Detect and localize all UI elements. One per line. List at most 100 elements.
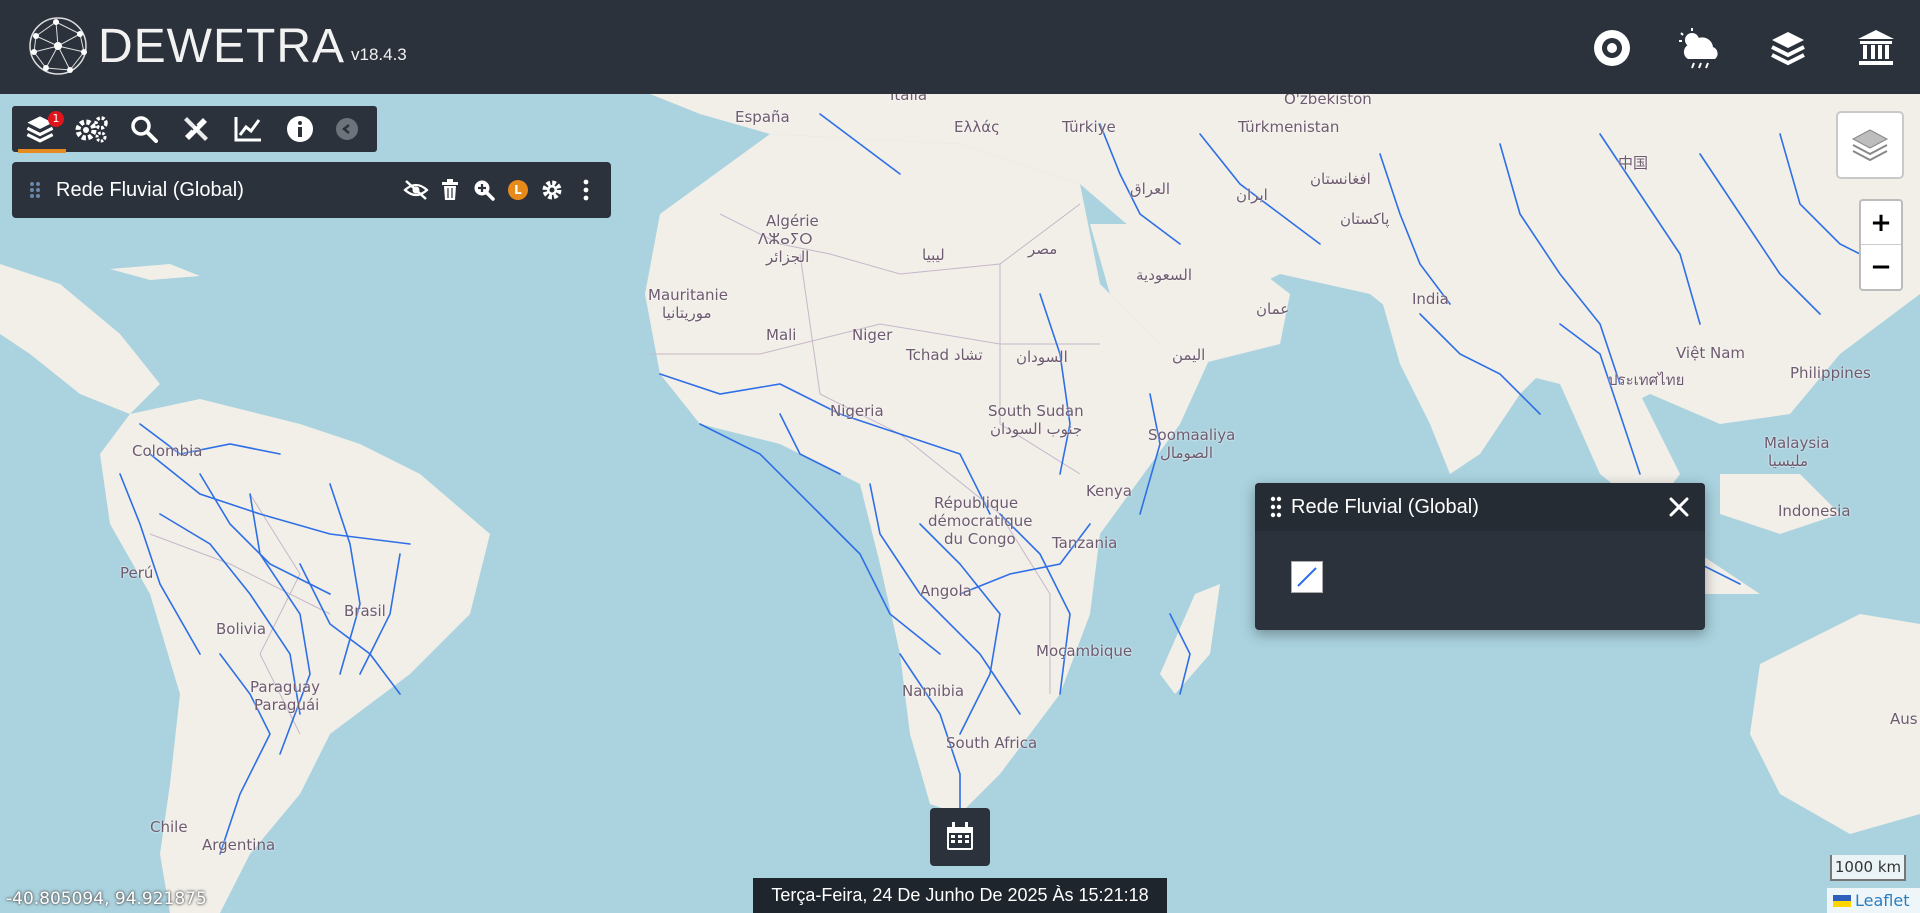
map-label: Malaysia xyxy=(1764,434,1830,452)
map-label: ประเทศไทย xyxy=(1608,371,1685,389)
layers-menu-button[interactable] xyxy=(1762,22,1814,74)
active-layer-row: Rede Fluvial (Global) L xyxy=(12,162,611,218)
legend-panel: Rede Fluvial (Global) xyxy=(1255,483,1705,630)
chevron-left-icon xyxy=(341,124,350,134)
map-label: O'zbekiston xyxy=(1284,94,1372,108)
map-label: پاکستان xyxy=(1340,210,1390,228)
info-tool-button[interactable] xyxy=(280,109,320,149)
kebab-menu-icon xyxy=(583,179,589,201)
layer-settings-button[interactable] xyxy=(535,173,569,207)
draw-tool-button[interactable] xyxy=(176,109,216,149)
map-label: Angola xyxy=(920,582,972,600)
map-label: العراق xyxy=(1130,180,1171,198)
map-attribution: Leaflet xyxy=(1827,888,1920,913)
brand[interactable]: DEWETRA v18.4.3 xyxy=(26,14,407,78)
layers-tool-button[interactable]: 1 xyxy=(18,109,66,153)
map-label: Nigeria xyxy=(830,402,884,420)
map-label: Namibia xyxy=(902,682,965,700)
map-label: اليمن xyxy=(1172,346,1206,364)
search-tool-button[interactable] xyxy=(124,109,164,149)
close-legend-button[interactable] xyxy=(1659,487,1699,527)
map-label: ایران xyxy=(1236,186,1268,204)
map-label: Philippines xyxy=(1790,364,1871,382)
eye-slash-icon xyxy=(403,180,429,200)
map-label: Italia xyxy=(890,94,928,104)
map-label: Perú xyxy=(120,564,154,582)
weather-button[interactable] xyxy=(1674,22,1726,74)
map-label: موريتانيا xyxy=(662,304,712,322)
layer-more-button[interactable] xyxy=(569,173,603,207)
hide-layer-button[interactable] xyxy=(399,173,433,207)
map-label: Argentina xyxy=(202,836,276,854)
chart-line-icon xyxy=(234,117,261,142)
chart-tool-button[interactable] xyxy=(228,109,268,149)
drag-handle-icon[interactable] xyxy=(1269,496,1283,518)
map-label: Aus xyxy=(1890,710,1918,728)
map-label: South Africa xyxy=(946,734,1038,752)
map-label: Bolivia xyxy=(216,620,267,638)
zoom-in-button[interactable]: + xyxy=(1861,201,1901,245)
zoom-in-icon xyxy=(474,180,495,201)
zoom-out-button[interactable]: − xyxy=(1861,245,1901,289)
leaflet-link[interactable]: Leaflet xyxy=(1855,891,1909,910)
map-label: السعودية xyxy=(1136,266,1193,284)
top-header: DEWETRA v18.4.3 xyxy=(0,0,1920,94)
map-label: du Congo xyxy=(944,530,1016,548)
eye-button[interactable] xyxy=(1586,22,1638,74)
map-label: République xyxy=(934,494,1019,512)
app-version: v18.4.3 xyxy=(351,45,407,64)
search-icon xyxy=(131,116,158,143)
layers-icon xyxy=(1771,32,1805,66)
map-label: démocratique xyxy=(928,512,1033,530)
institution-button[interactable] xyxy=(1850,22,1902,74)
layers-stack-icon xyxy=(1851,129,1889,162)
cursor-coordinates: -40.805094, 94.921875 xyxy=(6,889,207,909)
basemap-switcher-button[interactable] xyxy=(1836,111,1904,179)
eye-icon xyxy=(1594,30,1630,66)
map-label: Mauritanie xyxy=(648,286,728,304)
legend-badge: L xyxy=(508,180,528,200)
map-label: Soomaaliya xyxy=(1148,426,1236,444)
map-label: ليبيا xyxy=(922,246,945,264)
river-legend-swatch xyxy=(1291,561,1323,593)
ukraine-flag-icon xyxy=(1833,894,1851,907)
map-label: Chile xyxy=(150,818,188,836)
map-toolbar: 1 xyxy=(12,106,377,153)
layer-name: Rede Fluvial (Global) xyxy=(56,178,244,201)
legend-button[interactable]: L xyxy=(501,173,535,207)
map-label: Paraguay xyxy=(250,678,321,696)
map-label: السودان xyxy=(1016,348,1068,366)
map-label: Tchad تشاد xyxy=(906,346,983,364)
map-label: Türkiye xyxy=(1062,118,1116,136)
map-label: Việt Nam xyxy=(1676,344,1746,362)
map-label: الصومال xyxy=(1160,444,1213,462)
map-label: 中国 xyxy=(1618,154,1649,172)
collapse-toolbar-button[interactable] xyxy=(336,118,358,140)
drag-handle-icon[interactable] xyxy=(24,181,46,199)
map-label: Brasil xyxy=(344,602,386,620)
zoom-to-layer-button[interactable] xyxy=(467,173,501,207)
weather-storm-icon xyxy=(1679,28,1718,69)
map-label: Algérie xyxy=(766,212,819,230)
map-label: ملیسیا xyxy=(1768,452,1809,470)
delete-layer-button[interactable] xyxy=(433,173,467,207)
map-label: Tanzania xyxy=(1052,534,1118,552)
current-datetime[interactable]: Terça-Feira, 24 De Junho De 2025 Às 15:2… xyxy=(753,878,1167,913)
layers-count-badge: 1 xyxy=(48,111,64,127)
map-label: Türkmenistan xyxy=(1238,118,1340,136)
map-label: India xyxy=(1412,290,1449,308)
close-icon xyxy=(1669,497,1689,517)
map-label: Colombia xyxy=(132,442,203,460)
legend-header[interactable]: Rede Fluvial (Global) xyxy=(1255,483,1705,531)
bank-icon xyxy=(1858,30,1894,65)
map-label: Ελλάς xyxy=(954,118,1000,136)
map-label: عمان xyxy=(1256,300,1290,318)
map-scale: 1000 km xyxy=(1830,855,1906,881)
calendar-icon xyxy=(947,822,973,850)
settings-tool-button[interactable] xyxy=(72,109,112,149)
map-label: افغانستان xyxy=(1310,170,1371,188)
map-label: South Sudan xyxy=(988,402,1084,420)
map-label: Moçambique xyxy=(1036,642,1133,660)
calendar-button[interactable] xyxy=(930,808,990,866)
map-label: جنوب السودان xyxy=(990,420,1083,438)
